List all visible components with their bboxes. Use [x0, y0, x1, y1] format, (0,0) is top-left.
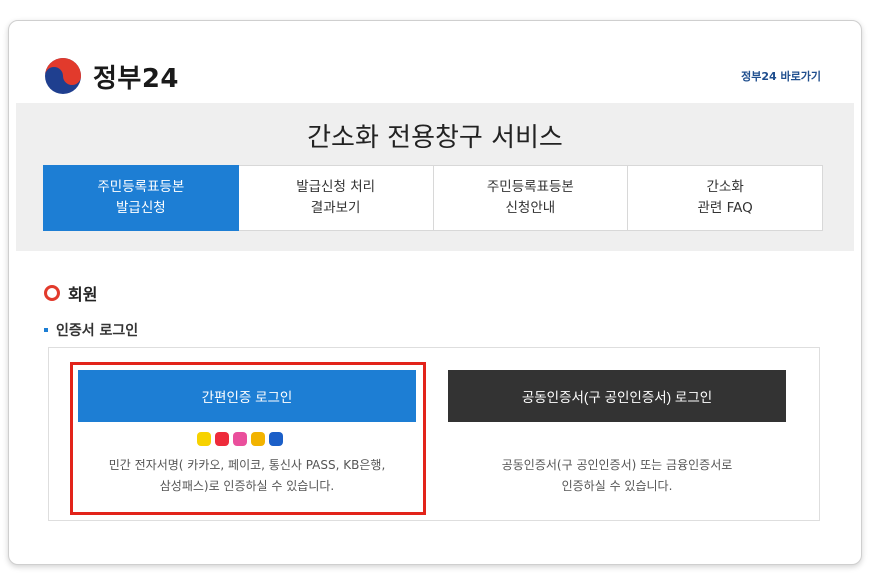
simple-auth-login-button[interactable]: 간편인증 로그인	[78, 370, 416, 422]
gov24-logo[interactable]: 정부24	[43, 56, 179, 96]
tab-label-line2: 결과보기	[310, 200, 361, 216]
simple-auth-description: 민간 전자서명( 카카오, 페이코, 통신사 PASS, KB은행, 삼성패스)…	[78, 455, 416, 497]
subsection-title: 인증서 로그인	[44, 320, 138, 340]
service-banner: 간소화 전용창구 서비스 주민등록표등본 발급신청 발급신청 처리 결과보기 주…	[16, 103, 854, 251]
page-frame: 정부24 정부24 바로가기 간소화 전용창구 서비스 주민등록표등본 발급신청…	[8, 20, 862, 565]
service-tabs: 주민등록표등본 발급신청 발급신청 처리 결과보기 주민등록표등본 신청안내 간…	[43, 165, 823, 231]
tab-label-line1: 주민등록표등본	[97, 179, 185, 195]
tab-label-line2: 관련 FAQ	[697, 200, 753, 216]
payco-icon	[215, 432, 229, 446]
certificate-description: 공동인증서(구 공인인증서) 또는 금융인증서로 인증하실 수 있습니다.	[448, 455, 786, 497]
description-line: 삼성패스)로 인증하실 수 있습니다.	[159, 479, 335, 493]
auth-provider-icons	[197, 432, 283, 446]
description-line: 공동인증서(구 공인인증서) 또는 금융인증서로	[501, 458, 733, 472]
tab-label-line1: 간소화	[706, 179, 744, 195]
description-line: 민간 전자서명( 카카오, 페이코, 통신사 PASS, KB은행,	[108, 458, 386, 472]
page-title: 간소화 전용창구 서비스	[307, 123, 563, 153]
tab-application-guide[interactable]: 주민등록표등본 신청안내	[433, 165, 629, 231]
kakao-icon	[197, 432, 211, 446]
kb-icon	[251, 432, 265, 446]
tab-certificate-issue[interactable]: 주민등록표등본 발급신청	[43, 165, 239, 231]
tab-label-line2: 발급신청	[116, 200, 166, 216]
pass-icon	[233, 432, 247, 446]
section-title-member: 회원	[44, 281, 97, 305]
square-bullet-icon	[44, 328, 48, 332]
certificate-login-button[interactable]: 공동인증서(구 공인인증서) 로그인	[448, 370, 786, 422]
section-title-text: 회원	[68, 285, 98, 304]
description-line: 인증하실 수 있습니다.	[561, 479, 673, 493]
tab-label-line1: 발급신청 처리	[296, 179, 376, 195]
tab-faq[interactable]: 간소화 관련 FAQ	[628, 165, 823, 231]
tab-label-line2: 신청안내	[505, 200, 556, 216]
samsung-pass-icon	[269, 432, 283, 446]
gov24-shortcut-link[interactable]: 정부24 바로가기	[741, 68, 821, 84]
taegeuk-logo-icon	[45, 58, 81, 94]
subsection-title-text: 인증서 로그인	[56, 323, 139, 339]
header: 정부24 정부24 바로가기	[9, 21, 861, 103]
circle-bullet-icon	[44, 285, 60, 301]
tab-label-line1: 주민등록표등본	[486, 179, 574, 195]
logo-text: 정부24	[93, 63, 180, 94]
tab-issue-result[interactable]: 발급신청 처리 결과보기	[238, 165, 434, 231]
